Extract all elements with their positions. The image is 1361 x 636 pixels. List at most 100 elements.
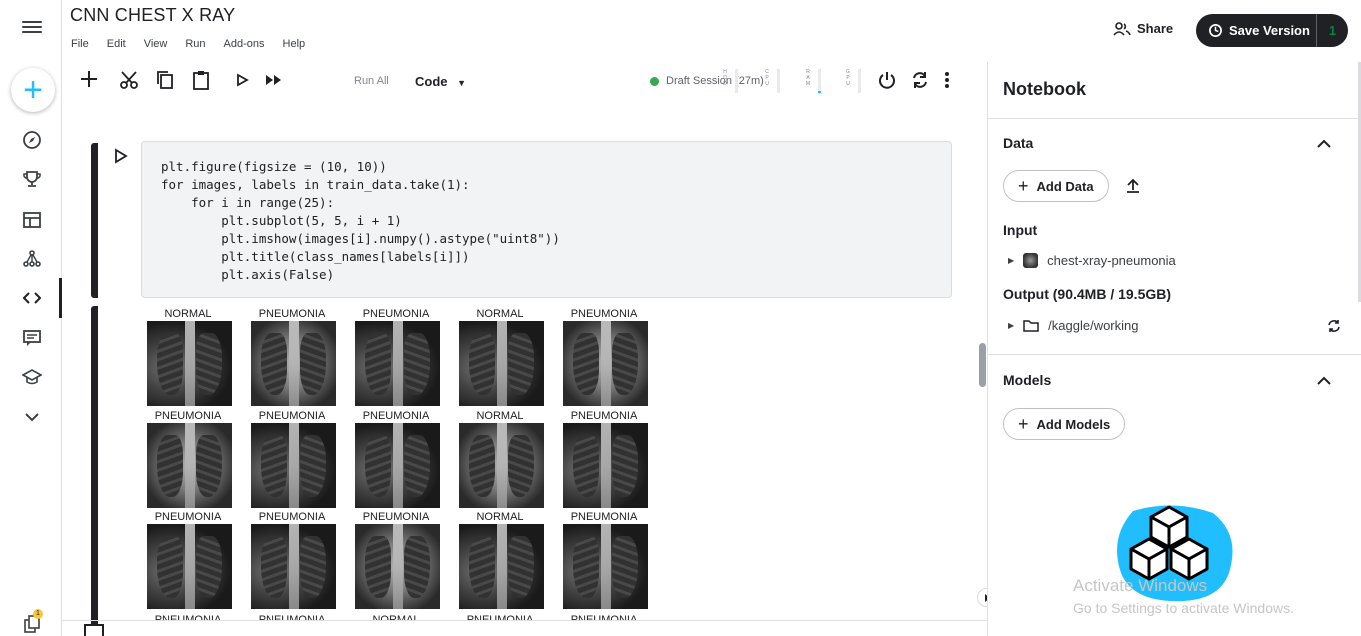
restart-icon[interactable] — [910, 70, 930, 90]
more-vert-icon[interactable] — [944, 70, 950, 90]
image-class-label: PNEUMONIA — [362, 308, 430, 320]
ram-meter[interactable]: R A M — [805, 69, 821, 93]
output-image-cell: PNEUMONIA — [143, 511, 233, 609]
chevron-down-icon[interactable] — [20, 405, 44, 429]
learn-icon[interactable] — [20, 365, 44, 389]
output-selection-bar — [91, 306, 98, 626]
version-count[interactable]: 1 — [1317, 23, 1348, 38]
output-folder-item[interactable]: ▶ /kaggle/working — [1008, 318, 1138, 333]
chest-xray-image — [251, 423, 336, 508]
menu-edit[interactable]: Edit — [107, 38, 126, 50]
code-icon[interactable] — [20, 286, 44, 310]
output-image-cell: PNEUMONIA — [351, 410, 441, 508]
code-editor[interactable]: plt.figure(figsize = (10, 10)) for images… — [141, 141, 952, 298]
models-icon[interactable] — [20, 247, 44, 271]
run-cell-icon[interactable] — [236, 70, 250, 90]
image-class-label: NORMAL — [476, 308, 524, 320]
image-class-label: PNEUMONIA — [258, 511, 326, 523]
chest-xray-image — [563, 524, 648, 609]
output-image-cell: NORMAL — [143, 308, 233, 406]
output-image-cell: PNEUMONIA — [351, 308, 441, 406]
power-icon[interactable] — [877, 70, 897, 90]
output-image-cell: NORMAL — [455, 511, 545, 609]
ram-meter-label: R A M — [805, 69, 811, 87]
chest-xray-image — [355, 524, 440, 609]
menu-addons[interactable]: Add-ons — [224, 38, 265, 50]
image-class-label: PNEUMONIA — [362, 410, 430, 422]
image-class-label: NORMAL — [164, 308, 212, 320]
notebook-scrollbar[interactable] — [979, 343, 986, 387]
image-class-label: PNEUMONIA — [570, 308, 638, 320]
output-label: Output (90.4MB / 19.5GB) — [1003, 286, 1172, 302]
caret-down-icon: ▼ — [457, 78, 467, 88]
chest-xray-image — [251, 524, 336, 609]
data-section-title[interactable]: Data — [1003, 135, 1033, 151]
notebook-toolbar: Run All Code ▼ Draft Session (27m) H D D… — [62, 62, 987, 100]
add-data-button[interactable]: + Add Data — [1003, 170, 1109, 202]
cpu-meter[interactable]: C P U — [764, 69, 780, 93]
hdd-meter[interactable]: H D D — [722, 69, 738, 93]
save-version-label: Save Version — [1229, 23, 1310, 38]
menu-view[interactable]: View — [144, 38, 168, 50]
image-class-label: PNEUMONIA — [570, 410, 638, 422]
dataset-thumbnail-icon — [1023, 253, 1039, 268]
cell-type-select[interactable]: Code ▼ — [415, 74, 466, 89]
output-image-cell: PNEUMONIA — [247, 308, 337, 406]
gpu-meter[interactable]: G P U — [845, 69, 861, 93]
save-version-button[interactable]: Save Version 1 — [1196, 14, 1348, 47]
add-cell-icon[interactable] — [80, 70, 98, 88]
models-section-title[interactable]: Models — [1003, 372, 1051, 388]
chest-xray-image — [563, 423, 648, 508]
menu-help[interactable]: Help — [283, 38, 306, 50]
refresh-icon[interactable] — [1327, 319, 1341, 338]
cell-type-value: Code — [415, 74, 448, 89]
chevron-up-icon[interactable] — [1317, 373, 1331, 391]
menu-file[interactable]: File — [71, 38, 89, 50]
input-dataset-name: chest-xray-pneumonia — [1047, 253, 1176, 268]
discussion-icon[interactable] — [20, 326, 44, 350]
trophy-icon[interactable] — [20, 167, 44, 191]
kaggle-notebook-editor: + 1 CNN CHEST X RAY File Edit View Run A… — [0, 0, 1361, 636]
left-nav-rail: + 1 — [0, 0, 62, 636]
paste-icon[interactable] — [192, 70, 210, 90]
windows-watermark-subtitle: Go to Settings to activate Windows. — [1073, 600, 1294, 616]
chest-xray-image — [147, 524, 232, 609]
share-button[interactable]: Share — [1113, 21, 1173, 36]
console-icon[interactable] — [84, 624, 104, 636]
run-all-button[interactable]: Run All — [354, 75, 389, 87]
chevron-up-icon[interactable] — [1317, 136, 1331, 154]
menu-run[interactable]: Run — [185, 38, 205, 50]
copy-icon[interactable] — [156, 70, 174, 90]
session-status-text: Draft Session (27m) — [666, 75, 764, 87]
hamburger-menu-icon[interactable] — [22, 18, 42, 38]
table-icon[interactable] — [20, 208, 44, 232]
input-label: Input — [1003, 222, 1038, 238]
code-line: plt.axis(False) — [161, 267, 335, 282]
people-icon — [1113, 21, 1131, 36]
notification-badge: 1 — [33, 609, 43, 619]
hdd-meter-label: H D D — [723, 69, 727, 87]
run-all-icon[interactable] — [264, 70, 284, 90]
upload-icon[interactable] — [1125, 178, 1141, 199]
folder-icon — [1023, 320, 1039, 332]
input-dataset-item[interactable]: ▶ chest-xray-pneumonia — [1008, 253, 1176, 268]
run-cell-button[interactable] — [114, 148, 128, 169]
output-image-cell: PNEUMONIA — [351, 511, 441, 609]
caret-right-icon: ▶ — [1008, 256, 1015, 265]
cell-selection-bar — [91, 143, 98, 298]
cut-icon[interactable] — [119, 70, 139, 90]
image-class-label: PNEUMONIA — [258, 410, 326, 422]
add-models-button[interactable]: + Add Models — [1003, 408, 1126, 440]
notebook-title[interactable]: CNN CHEST X RAY — [70, 5, 235, 26]
play-icon — [115, 148, 128, 164]
history-icon — [1209, 24, 1222, 37]
plus-icon: + — [1018, 413, 1029, 434]
compass-icon[interactable] — [20, 128, 44, 152]
image-class-label: NORMAL — [476, 410, 524, 422]
session-status[interactable]: Draft Session (27m) — [650, 75, 764, 87]
create-button[interactable]: + — [11, 68, 55, 112]
panel-divider — [988, 118, 1361, 119]
panel-divider — [988, 354, 1361, 355]
bottom-divider — [62, 620, 987, 621]
code-line: for i in range(25): — [161, 195, 335, 210]
